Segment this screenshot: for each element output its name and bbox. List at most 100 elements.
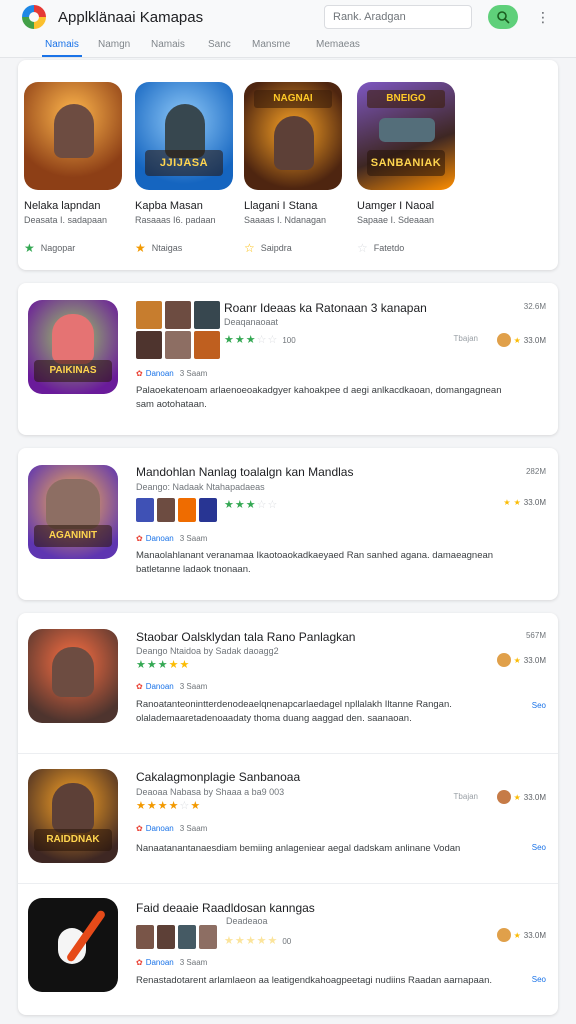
app-icon: JJIJASA — [135, 82, 233, 190]
app-rating: ☆ Fatetdo — [357, 241, 457, 255]
see-more-link[interactable]: Seo — [532, 701, 546, 710]
app-developer: Deaqanaoaat — [224, 317, 279, 327]
page-title: Applklänaai Kamapas — [58, 9, 204, 26]
more-vert-icon[interactable]: ⋮ — [536, 8, 550, 26]
featured-app[interactable]: BNEIGO SANBANIAK Uamger I Naoal Sapaae I… — [357, 82, 457, 255]
app-banner: RAIDDNAK — [34, 829, 112, 851]
download-label: 33.0M — [523, 498, 546, 507]
app-icon: NAGNAI — [244, 82, 342, 190]
screenshot-thumb[interactable] — [194, 331, 220, 359]
app-title[interactable]: Roanr Ideaas ka Ratonaan 3 kanapan — [224, 301, 427, 315]
rating-count: 100 — [282, 336, 296, 345]
publish-time: 3 Saam — [179, 824, 208, 833]
screenshot-thumb[interactable] — [157, 925, 175, 949]
publisher-name[interactable]: Danoan — [146, 682, 174, 691]
app-developer: Deango Ntaidoa by Sadak daoagg2 — [136, 646, 279, 656]
screenshot-thumb[interactable] — [136, 498, 154, 522]
publish-time: 3 Saam — [179, 682, 208, 691]
app-tag: Tbajan — [453, 792, 478, 801]
tab-item[interactable]: Namgn — [98, 39, 130, 50]
publisher: ✿ Danoan 3 Saam — [136, 682, 207, 691]
search-button[interactable] — [488, 5, 518, 29]
app-icon — [24, 82, 122, 190]
see-more-link[interactable]: Seo — [532, 843, 546, 852]
star-icon: ☆ — [244, 241, 255, 255]
app-banner: SANBANIAK — [367, 150, 445, 176]
app-developer: Rasaaas I6. padaan — [135, 215, 216, 225]
screenshot-thumb[interactable] — [178, 925, 196, 949]
app-title[interactable]: Staobar Oalsklydan tala Rano Panlagkan — [136, 630, 355, 644]
app-description: Palaoekatenoam arlaenoeoakadgyer kahoakp… — [136, 385, 502, 410]
star-rating: ★★★★☆★ — [136, 799, 201, 812]
app-size: 32.6M — [523, 302, 546, 311]
featured-app[interactable]: NAGNAI Llagani I Stana Saaaas I. Ndanaga… — [244, 82, 344, 255]
screenshot-thumb[interactable] — [199, 498, 217, 522]
download-count: ★ 33.0M — [496, 653, 546, 667]
publisher-name[interactable]: Danoan — [146, 369, 174, 378]
app-tag: Tbajan — [453, 334, 478, 343]
app-icon: AGANINIT — [28, 465, 118, 559]
star-empty: ☆☆ — [256, 334, 279, 346]
star-empty: ☆☆ — [256, 499, 279, 511]
star-icon: ★ — [513, 655, 521, 665]
tab-item[interactable]: Mansme — [252, 39, 290, 50]
divider — [18, 753, 558, 754]
see-more-link[interactable]: Seo — [532, 975, 546, 984]
app-description: Nanaatanantanaesdiam bemiing anlageniear… — [136, 843, 461, 854]
avatar — [496, 333, 511, 347]
app-title[interactable]: Mandohlan Nanlag toalalgn kan Mandlas — [136, 465, 353, 479]
screenshot-thumb[interactable] — [165, 301, 191, 329]
star-filled: ★★★★★ — [224, 935, 279, 947]
publisher: ✿ Danoan 3 Saam — [136, 369, 207, 378]
star-filled: ★ — [190, 800, 202, 812]
app-rating: ★ Nagopar — [24, 241, 124, 255]
screenshot-thumb[interactable] — [136, 925, 154, 949]
star-rating: ★★★☆☆ — [224, 498, 278, 511]
publish-time: 3 Saam — [179, 958, 208, 967]
app-list-card[interactable]: PAIKINAS Roanr Ideaas ka Ratonaan 3 kana… — [18, 283, 558, 435]
app-logo — [22, 5, 46, 29]
app-description: Renastadotarent arlamlaeon aa leatigendk… — [136, 975, 492, 986]
screenshot-thumb[interactable] — [136, 301, 162, 329]
app-developer: Saaaas I. Ndanagan — [244, 215, 327, 225]
screenshot-strip[interactable] — [136, 925, 217, 949]
app-developer: Deaoaa Nabasa by Shaaa a ba9 003 — [136, 787, 285, 797]
search-icon — [497, 11, 510, 24]
app-developer: Deasata I. sadapaan — [24, 215, 108, 225]
screenshot-thumb[interactable] — [157, 498, 175, 522]
app-banner-top: BNEIGO — [367, 90, 445, 108]
screenshot-thumb[interactable] — [136, 331, 162, 359]
screenshot-thumb[interactable] — [178, 498, 196, 522]
star-filled: ★★★ — [224, 499, 257, 511]
search-input[interactable]: Rank. Aradgan — [324, 5, 472, 29]
featured-app[interactable]: JJIJASA Kapba Masan Rasaaas I6. padaan ★… — [135, 82, 235, 255]
publisher-name[interactable]: Danoan — [146, 824, 174, 833]
app-banner: PAIKINAS — [34, 360, 112, 382]
star-icon: ★ — [513, 930, 521, 940]
screenshot-strip[interactable] — [136, 331, 220, 359]
star-icon: ★ — [513, 335, 521, 345]
publisher-name[interactable]: Danoan — [146, 958, 174, 967]
screenshot-thumb[interactable] — [199, 925, 217, 949]
flower-icon: ✿ — [136, 824, 143, 833]
download-count: ★ 33.0M — [496, 790, 546, 804]
app-name: Uamger I Naoal — [357, 200, 435, 212]
flower-icon: ✿ — [136, 369, 143, 378]
screenshot-strip[interactable] — [136, 498, 217, 522]
app-title[interactable]: Faid deaaie Raadldosan kanngas — [136, 901, 315, 915]
app-list-card[interactable]: AGANINIT Mandohlan Nanlag toalalgn kan M… — [18, 448, 558, 600]
app-name: Kapba Masan — [135, 200, 203, 212]
screenshot-thumb[interactable] — [165, 331, 191, 359]
app-title[interactable]: Cakalagmonplagie Sanbanoaa — [136, 770, 300, 784]
featured-app[interactable]: Nelaka lapndan Deasata I. sadapaan ★ Nag… — [24, 82, 124, 255]
app-rating: ☆ Saipdra — [244, 241, 344, 255]
publisher-name[interactable]: Danoan — [146, 534, 174, 543]
tab-item[interactable]: Namais — [45, 39, 79, 50]
download-count: ★ 33.0M — [496, 333, 546, 347]
tab-item[interactable]: Sanc — [208, 39, 231, 50]
tab-item[interactable]: Memaeas — [316, 39, 360, 50]
tab-item[interactable]: Namais — [151, 39, 185, 50]
flower-icon: ✿ — [136, 958, 143, 967]
screenshot-thumb[interactable] — [194, 301, 220, 329]
screenshot-strip[interactable] — [136, 301, 220, 329]
